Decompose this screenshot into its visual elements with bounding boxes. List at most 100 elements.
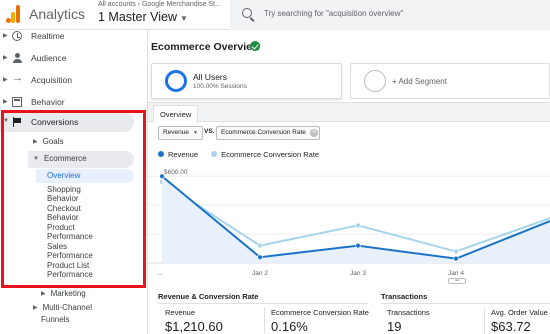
sidebar-item-label: Acquisition	[31, 75, 73, 85]
metric-divider	[484, 308, 485, 334]
metric-label: Avg. Order Value	[491, 308, 548, 317]
sidebar-item-label: Behavior	[47, 213, 79, 223]
segment-all-users[interactable]: All Users 100.00% Sessions	[151, 63, 342, 99]
sidebar-item-label: Marketing	[50, 289, 86, 298]
search-bar[interactable]: Try searching for "acquisition overview"	[230, 0, 550, 30]
legend-label: Ecommerce Conversion Rate	[221, 150, 320, 159]
sidebar-item-multichannel-funnels[interactable]: ▶ Multi-Channel Funnels	[33, 303, 92, 324]
sidebar-item-product-performance[interactable]: Product Performance	[47, 223, 93, 242]
sidebar-item-audience[interactable]: ▶ Audience	[0, 48, 148, 68]
section-title-transactions: Transactions	[381, 292, 428, 301]
x-tick-label: Jan 3	[350, 270, 366, 277]
main-content: Ecommerce Overview All Users 100.00% Ses…	[148, 30, 550, 334]
metric-revenue[interactable]: Revenue $1,210.60	[165, 308, 265, 334]
segment-circle-icon	[165, 70, 187, 92]
legend-item-revenue[interactable]: Revenue	[158, 150, 198, 159]
vs-label: VS.	[204, 128, 215, 135]
data-point	[453, 248, 459, 255]
sidebar-item-overview[interactable]: Overview	[36, 169, 134, 183]
sidebar-item-behavior[interactable]: ▶ Behavior	[0, 92, 148, 112]
sidebar-item-product-list-performance[interactable]: Product List Performance	[47, 261, 93, 280]
expand-arrow-icon: ▶	[33, 139, 38, 145]
metric-conversion-rate[interactable]: Ecommerce Conversion Rate 0.16%	[271, 308, 376, 334]
legend-dot-icon	[211, 151, 218, 157]
x-tick-label: Jan 2	[252, 270, 268, 277]
account-breadcrumb[interactable]: All accounts › Google Merchandise St...	[98, 1, 221, 8]
person-icon	[12, 53, 22, 63]
sidebar-item-label: Performance	[47, 251, 93, 261]
sidebar-item-checkout-behavior[interactable]: Checkout Behavior	[47, 204, 81, 223]
data-point	[257, 242, 263, 249]
sidebar-item-label: Realtime	[31, 31, 65, 41]
segment-bar: All Users 100.00% Sessions + Add Segment	[151, 63, 550, 99]
chevron-down-icon: ▼	[179, 14, 188, 23]
sidebar-item-goals[interactable]: ▶ Goals	[33, 137, 64, 146]
x-tick-label: Jan 4	[448, 270, 464, 277]
x-tick-label: ...	[157, 270, 163, 277]
expand-arrow-icon: ▶	[33, 305, 38, 311]
view-selector[interactable]: 1 Master View ▼	[98, 10, 188, 24]
section-divider	[381, 303, 550, 304]
chevron-down-icon: ▼	[193, 130, 198, 136]
metric-label: Transactions	[387, 308, 430, 317]
chart-controls: Revenue▼ VS. Ecommerce Conversion Rate▼ …	[158, 125, 550, 141]
search-icon	[242, 8, 252, 18]
sidebar-item-label: Behavior	[47, 194, 79, 204]
metric-transactions[interactable]: Transactions 19	[387, 308, 477, 334]
ecommerce-label-wrap: ▼ Ecommerce	[33, 154, 87, 163]
sidebar-item-label: Product List	[47, 261, 90, 270]
legend-item-conversion-rate[interactable]: Ecommerce Conversion Rate	[211, 150, 319, 159]
sidebar-item-label: Funnels	[41, 314, 70, 324]
sidebar-item-label: Overview	[47, 171, 81, 180]
sidebar-item-sales-performance[interactable]: Sales Performance	[47, 242, 93, 261]
search-input[interactable]: Try searching for "acquisition overview"	[264, 9, 403, 18]
metric-value: 0.16%	[271, 319, 308, 334]
sidebar-item-ecommerce[interactable]: ▼ Ecommerce	[28, 151, 134, 168]
data-point	[453, 255, 459, 262]
metric-value: $63.72	[491, 319, 531, 334]
metric-avg-order-value[interactable]: Avg. Order Value $63.72	[491, 308, 550, 334]
acquisition-icon	[12, 72, 23, 85]
chart-legend: Revenue Ecommerce Conversion Rate	[158, 150, 330, 162]
data-point	[257, 254, 263, 260]
add-segment-button[interactable]: + Add Segment	[350, 63, 550, 99]
tab-strip: Overview	[148, 102, 550, 123]
analytics-logo-icon[interactable]	[6, 5, 20, 23]
clear-comparison-icon[interactable]: ×	[310, 129, 318, 137]
legend-label: Revenue	[168, 150, 199, 159]
sidebar-item-label: Product	[47, 223, 75, 232]
clock-icon	[12, 31, 22, 41]
chart-drag-handle[interactable]: ═	[448, 278, 466, 284]
verified-check-icon	[250, 41, 260, 51]
y-tick-label: $600.00	[164, 169, 188, 176]
sidebar-item-realtime[interactable]: ▶ Realtime	[0, 26, 148, 46]
expand-arrow-icon: ▶	[41, 291, 46, 297]
segment-name: All Users	[193, 72, 228, 82]
section-divider	[158, 303, 368, 304]
metric1-label: Revenue	[163, 129, 190, 136]
sidebar: ▶ Realtime ▶ Audience ▶ Acquisition ▶ Be…	[0, 30, 148, 334]
sidebar-item-shopping-behavior[interactable]: Shopping Behavior	[47, 185, 81, 204]
metric2-dropdown[interactable]: Ecommerce Conversion Rate▼	[216, 126, 320, 140]
line-chart: $600.00$400.00$200.00Jan 2Jan 3Jan 4...	[148, 163, 550, 283]
sidebar-item-label: Conversions	[31, 117, 79, 127]
sidebar-item-marketing[interactable]: ▶ Marketing	[41, 289, 86, 298]
sidebar-item-label: Performance	[47, 270, 93, 280]
metric1-dropdown[interactable]: Revenue ▼	[158, 126, 203, 140]
line-chart-svg: $600.00$400.00$200.00Jan 2Jan 3Jan 4...	[148, 169, 550, 277]
metric-value: $1,210.60	[165, 319, 223, 334]
sidebar-item-conversions[interactable]: ▼ Conversions	[0, 112, 134, 132]
metric-value: 19	[387, 319, 402, 334]
metric2-label: Ecommerce Conversion Rate	[221, 129, 306, 136]
data-point	[159, 173, 165, 179]
sidebar-item-label: Sales	[47, 242, 68, 251]
data-point	[355, 242, 361, 249]
page-title: Ecommerce Overview	[151, 41, 261, 53]
sidebar-item-acquisition[interactable]: ▶ Acquisition	[0, 70, 148, 90]
sidebar-item-label: Multi-Channel	[42, 303, 92, 312]
metric-label: Revenue	[165, 308, 196, 317]
tab-overview[interactable]: Overview	[153, 105, 199, 123]
sidebar-item-label: Checkout	[47, 204, 81, 213]
empty-segment-circle-icon	[364, 70, 386, 92]
metric-label: Ecommerce Conversion Rate	[271, 308, 369, 317]
